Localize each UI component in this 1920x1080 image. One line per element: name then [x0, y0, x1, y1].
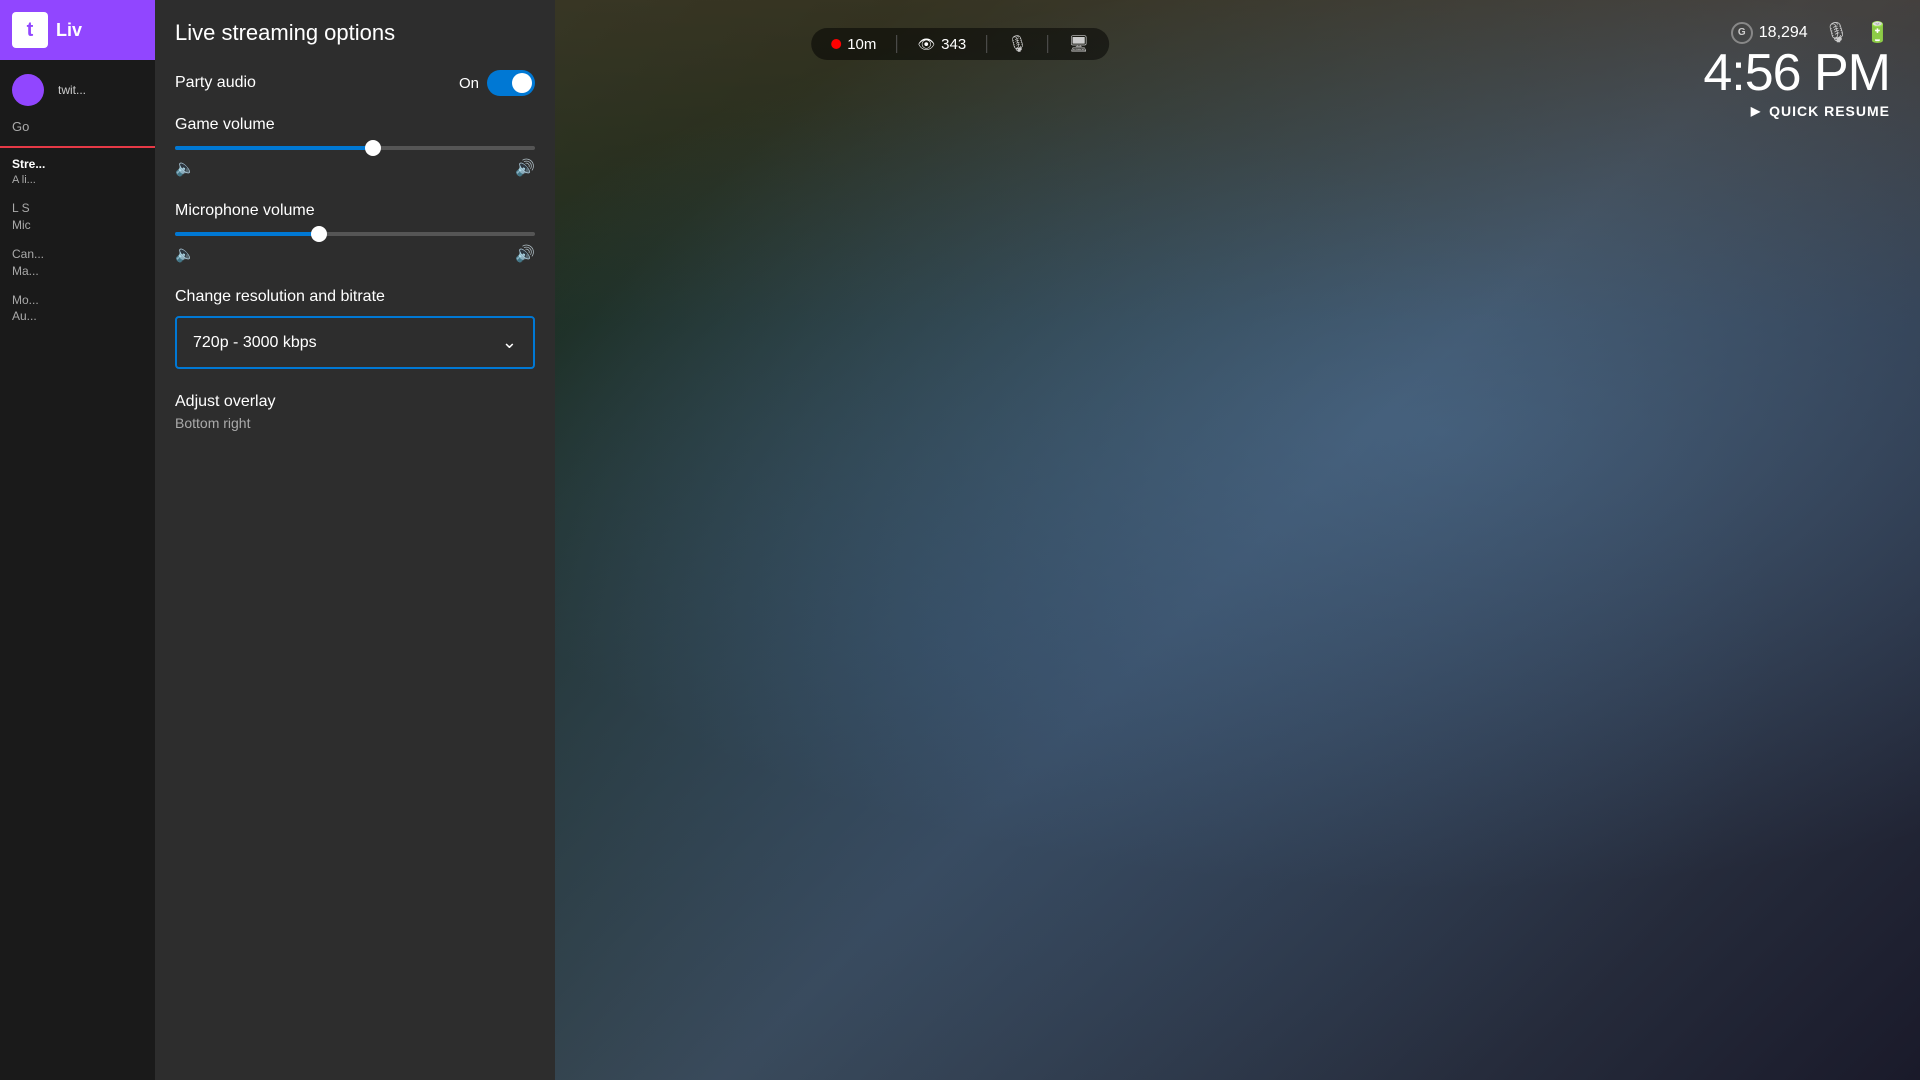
sidebar-item-stream[interactable]: Stre... A li...	[0, 146, 155, 194]
party-audio-label: Party audio	[175, 74, 256, 92]
hud-score-value: 18,294	[1759, 24, 1808, 42]
hud-view-count: 343	[941, 36, 966, 53]
game-volume-label: Game volume	[175, 116, 535, 134]
quick-resume-label: QUICK RESUME	[1769, 103, 1890, 119]
mic-volume-thumb[interactable]	[311, 226, 327, 242]
volume-low-icon: 🔈	[175, 158, 195, 178]
game-volume-icons: 🔈 🔊	[175, 158, 535, 178]
g-score-group: G 18,294	[1731, 22, 1808, 44]
twitch-logo: t	[12, 12, 48, 48]
mic-volume-low-icon: 🔈	[175, 244, 195, 264]
hud-divider-2	[986, 35, 987, 53]
toggle-on-label: On	[459, 75, 479, 92]
sidebar-go-label: Go	[12, 119, 29, 134]
mic-volume-icons: 🔈 🔊	[175, 244, 535, 264]
hud-top-right: G 18,294 🎙 🔋 4:56 PM ▶ QUICK RESUME	[1703, 20, 1890, 119]
chevron-down-icon: ⌄	[502, 332, 517, 353]
resolution-label: Change resolution and bitrate	[175, 288, 535, 306]
clock-time: 4:56 PM	[1703, 47, 1890, 99]
game-volume-track	[175, 146, 535, 150]
mic-volume-section: Microphone volume 🔈 🔊	[175, 202, 535, 264]
quick-resume-button[interactable]: ▶ QUICK RESUME	[1703, 103, 1890, 119]
hud-views: 👁 343	[917, 36, 966, 53]
sidebar-item-settings1[interactable]: L S Mic	[0, 194, 155, 240]
settings-panel: Live streaming options Party audio On Ga…	[155, 0, 555, 1080]
resolution-dropdown[interactable]: 720p - 3000 kbps ⌄	[175, 316, 535, 369]
sidebar-item-channel[interactable]: twit...	[0, 68, 155, 112]
play-icon: ▶	[1751, 104, 1761, 118]
overlay-section: Adjust overlay Bottom right	[175, 393, 535, 431]
hud-top-bar: 10m 👁 343 🎙 🖥	[811, 28, 1109, 60]
hud-mic-status-icon: 🎙	[1824, 20, 1849, 45]
hud-divider-1	[896, 35, 897, 53]
battery-icon: 🔋	[1865, 20, 1890, 45]
sidebar-item-settings3[interactable]: Mo... Au...	[0, 286, 155, 332]
sidebar-item-go[interactable]: Go	[0, 112, 155, 142]
panel-title: Live streaming options	[175, 20, 535, 46]
sidebar: t Liv twit... Go Stre... A li... L S Mic…	[0, 0, 155, 1080]
game-volume-thumb[interactable]	[365, 140, 381, 156]
sidebar-channel-name: twit...	[58, 82, 86, 99]
mic-volume-label: Microphone volume	[175, 202, 535, 220]
game-volume-slider-container	[175, 146, 535, 150]
sidebar-title: Liv	[56, 20, 82, 41]
game-volume-section: Game volume 🔈 🔊	[175, 116, 535, 178]
resolution-value: 720p - 3000 kbps	[193, 334, 317, 352]
mic-volume-fill	[175, 232, 319, 236]
live-dot	[831, 39, 841, 49]
overlay-sublabel: Bottom right	[175, 415, 535, 431]
mic-volume-track	[175, 232, 535, 236]
party-audio-row: Party audio On	[175, 70, 535, 96]
sidebar-header: t Liv	[0, 0, 155, 60]
mic-volume-high-icon: 🔊	[515, 244, 535, 264]
volume-high-icon: 🔊	[515, 158, 535, 178]
resolution-section: Change resolution and bitrate 720p - 300…	[175, 288, 535, 369]
party-audio-toggle[interactable]	[487, 70, 535, 96]
g-badge: G	[1731, 22, 1753, 44]
hud-duration: 10m	[847, 36, 876, 53]
sidebar-item-settings2[interactable]: Can... Ma...	[0, 240, 155, 286]
eye-icon: 👁	[917, 36, 935, 53]
avatar	[12, 74, 44, 106]
hud-score-row: G 18,294 🎙 🔋	[1703, 20, 1890, 45]
mic-volume-slider-container	[175, 232, 535, 236]
hud-monitor-icon: 🖥	[1069, 34, 1089, 54]
game-volume-fill	[175, 146, 373, 150]
party-audio-toggle-group: On	[459, 70, 535, 96]
hud-mic-icon: 🎙	[1007, 34, 1027, 54]
sidebar-content: twit... Go Stre... A li... L S Mic Can..…	[0, 60, 155, 1080]
overlay-label: Adjust overlay	[175, 393, 535, 411]
hud-divider-3	[1048, 35, 1049, 53]
hud-live-indicator: 10m	[831, 36, 876, 53]
